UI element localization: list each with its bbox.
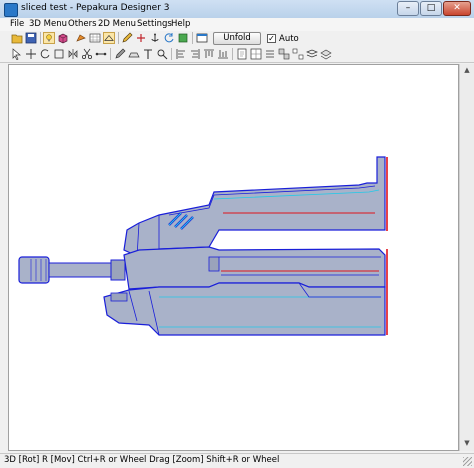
zoom-icon[interactable] — [156, 48, 168, 60]
unfold-button[interactable]: Unfold — [213, 32, 261, 45]
rotate-icon[interactable] — [163, 32, 175, 44]
cut-icon[interactable] — [81, 48, 93, 60]
menu-others[interactable]: Others — [68, 19, 97, 29]
auto-label: Auto — [279, 34, 299, 44]
menu-settings[interactable]: Settings — [137, 19, 172, 29]
menu-3d[interactable]: 3D Menu — [29, 19, 67, 29]
stack-icon[interactable] — [306, 48, 318, 60]
grid-icon[interactable] — [89, 32, 101, 44]
main-toolbar: Unfold ✓ Auto — [0, 31, 474, 46]
3d-viewport[interactable] — [8, 64, 459, 451]
texture-cube-icon[interactable] — [57, 32, 69, 44]
menu-help[interactable]: Help — [171, 19, 190, 29]
open-folder-icon[interactable] — [11, 32, 23, 44]
page-layout-icon[interactable] — [236, 48, 248, 60]
mid-block — [208, 256, 220, 272]
save-icon[interactable] — [25, 32, 37, 44]
align-right-icon[interactable] — [189, 48, 201, 60]
text-icon[interactable] — [142, 48, 154, 60]
upper-receiver — [123, 156, 386, 258]
toolbar-separator — [171, 48, 172, 60]
align-bottom-icon[interactable] — [217, 48, 229, 60]
flap-icon[interactable] — [128, 48, 140, 60]
connect-icon[interactable] — [95, 48, 107, 60]
join-icon[interactable] — [135, 32, 147, 44]
align-top-icon[interactable] — [203, 48, 215, 60]
toolbar-separator — [40, 32, 41, 44]
scroll-down-icon[interactable]: ▼ — [462, 439, 472, 449]
layers-icon[interactable] — [320, 48, 332, 60]
resize-grip-icon[interactable] — [463, 457, 472, 466]
color-picker-icon[interactable] — [177, 32, 189, 44]
title-bar: sliced test - Pepakura Designer 3 – □ ✕ — [0, 0, 474, 19]
ungroup-icon[interactable] — [292, 48, 304, 60]
window-icon[interactable] — [196, 32, 208, 44]
status-bar: 3D [Rot] R [Mov] Ctrl+R or Wheel Drag [Z… — [0, 453, 474, 468]
shape-icon[interactable] — [75, 32, 87, 44]
scroll-up-icon[interactable]: ▲ — [462, 66, 472, 76]
barrel-tip — [18, 256, 50, 284]
pencil-edit-icon[interactable] — [114, 48, 126, 60]
menu-2d[interactable]: 2D Menu — [98, 19, 136, 29]
align-left-icon[interactable] — [175, 48, 187, 60]
close-icon[interactable]: ✕ — [443, 1, 471, 16]
scale-icon[interactable] — [53, 48, 65, 60]
page-grid-icon[interactable] — [250, 48, 262, 60]
select-arrow-icon[interactable] — [11, 48, 23, 60]
pencil-icon[interactable] — [121, 32, 133, 44]
barrel-collar — [110, 259, 126, 281]
status-text: 3D [Rot] R [Mov] Ctrl+R or Wheel Drag [Z… — [4, 455, 280, 465]
secondary-toolbar — [0, 46, 474, 63]
menu-file[interactable]: File — [10, 19, 24, 29]
move-icon[interactable] — [25, 48, 37, 60]
barrel-shaft — [48, 262, 112, 278]
group-icon[interactable] — [278, 48, 290, 60]
rotate-part-icon[interactable] — [39, 48, 51, 60]
minimize-icon[interactable]: – — [397, 1, 419, 16]
model-3d-view — [18, 156, 388, 336]
auto-checkbox[interactable]: ✓ — [267, 34, 276, 43]
toolbar-separator — [110, 48, 111, 60]
trigger-block — [110, 292, 128, 302]
edge-view-icon[interactable] — [103, 32, 115, 44]
vertical-scrollbar[interactable]: ▲ ▼ — [459, 64, 474, 451]
anchor-icon[interactable] — [149, 32, 161, 44]
distribute-icon[interactable] — [264, 48, 276, 60]
maximize-icon[interactable]: □ — [420, 1, 442, 16]
window-title: sliced test - Pepakura Designer 3 — [21, 3, 170, 13]
app-icon — [4, 3, 18, 17]
light-bulb-icon[interactable] — [43, 32, 55, 44]
menu-bar: File 3D Menu Others 2D Menu Settings Hel… — [0, 18, 474, 32]
toolbar-separator — [232, 48, 233, 60]
flip-icon[interactable] — [67, 48, 79, 60]
toolbar-separator — [192, 32, 193, 44]
toolbar-separator — [118, 32, 119, 44]
